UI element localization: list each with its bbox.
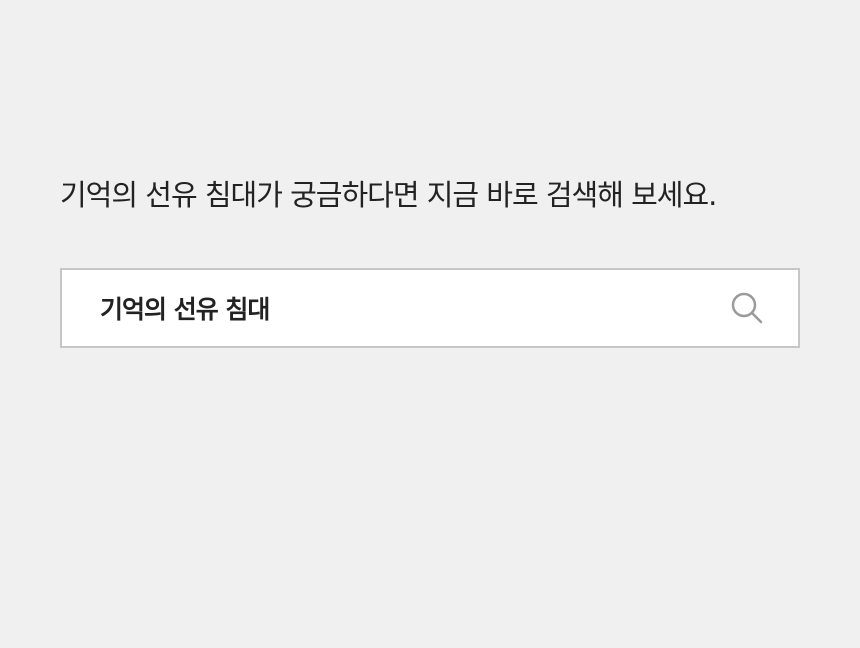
search-icon [731,292,763,324]
search-bar [60,268,800,348]
search-input[interactable] [100,270,700,346]
search-button[interactable] [730,291,764,325]
search-prompt-heading: 기억의 선유 침대가 궁금하다면 지금 바로 검색해 보세요. [60,178,717,212]
